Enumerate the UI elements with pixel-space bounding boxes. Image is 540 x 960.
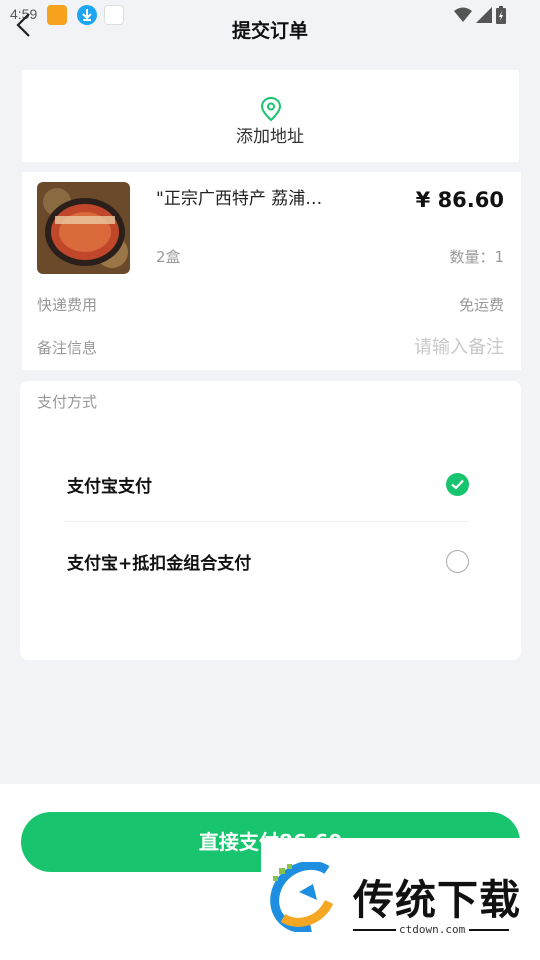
page-title: 提交订单	[231, 20, 308, 42]
watermark-domain: ctdown.com	[399, 923, 466, 936]
add-address-card[interactable]	[22, 70, 519, 162]
remark-label: 备注信息	[37, 339, 98, 357]
watermark-name: 传统下载	[353, 876, 521, 924]
remark-input[interactable]	[304, 332, 504, 362]
product-image	[37, 182, 130, 274]
watermark: 传统下载 ctdown.com	[261, 838, 540, 960]
payment-option-label: 支付宝支付	[67, 477, 152, 497]
header: 提交订单	[0, 0, 540, 56]
location-pin-icon	[260, 96, 282, 122]
order-product-card: "正宗广西特产 荔浦… ¥ 86.60 2盒 数量：1 快递费用 免运费 备注信…	[22, 172, 521, 370]
shipping-label: 快递费用	[37, 296, 98, 314]
add-address-label[interactable]: 添加地址	[0, 122, 540, 147]
shipping-value: 免运费	[458, 296, 504, 314]
payment-method-title: 支付方式	[37, 393, 98, 411]
payment-option-alipay-combined[interactable]: 支付宝+抵扣金组合支付	[65, 523, 469, 599]
watermark-divider	[353, 929, 396, 931]
product-price: ¥ 86.60	[415, 188, 504, 212]
radio-unchecked-icon[interactable]	[446, 550, 469, 573]
payment-option-alipay[interactable]: 支付宝支付	[65, 446, 469, 522]
product-title: "正宗广西特产 荔浦…	[156, 189, 323, 209]
product-spec: 2盒	[156, 248, 181, 266]
payment-option-label: 支付宝+抵扣金组合支付	[67, 554, 252, 574]
watermark-logo-icon	[270, 862, 334, 932]
watermark-divider	[469, 929, 509, 931]
payment-method-card: 支付方式 支付宝支付 支付宝+抵扣金组合支付	[20, 381, 521, 660]
product-quantity: 数量：1	[449, 248, 504, 266]
radio-checked-icon[interactable]	[446, 473, 469, 496]
